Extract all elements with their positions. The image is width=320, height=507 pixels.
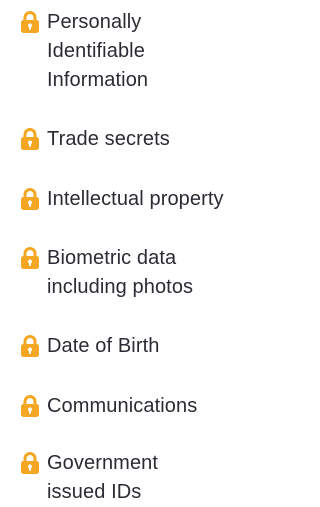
lock-icon — [21, 128, 39, 150]
lock-icon — [21, 335, 39, 357]
item-label: Trade secrets — [47, 128, 170, 150]
lock-icon — [21, 11, 39, 33]
item-label: Personally Identifiable Information — [47, 11, 149, 91]
item-label: Government issued IDs — [47, 452, 159, 503]
lock-icon — [21, 452, 39, 474]
list-item-biometric-data: Biometric data including photos — [19, 244, 193, 302]
item-label: Biometric data including photos — [47, 247, 194, 298]
list-item-government-issued-ids: Government issued IDs — [19, 449, 158, 507]
list-item-personally-identifiable-information: Personally Identifiable Information — [19, 8, 148, 95]
list-item-communications: Communications — [19, 392, 197, 421]
list-item-trade-secrets: Trade secrets — [19, 125, 170, 154]
sensitive-data-list: Personally Identifiable Information Trad… — [0, 0, 293, 503]
item-label: Communications — [47, 395, 198, 417]
item-label: Intellectual property — [47, 188, 224, 210]
lock-icon — [21, 247, 39, 269]
list-item-intellectual-property: Intellectual property — [19, 185, 224, 214]
item-label: Date of Birth — [47, 335, 160, 357]
lock-icon — [21, 395, 39, 417]
lock-icon — [21, 188, 39, 210]
list-item-date-of-birth: Date of Birth — [19, 332, 159, 361]
